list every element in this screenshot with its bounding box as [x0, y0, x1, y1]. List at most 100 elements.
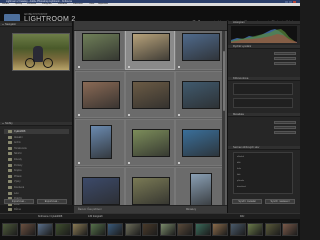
- keyword-item[interactable]: děti: [237, 161, 241, 165]
- white-balance-field[interactable]: [274, 57, 296, 60]
- thumbnail-cell[interactable]: [75, 119, 125, 166]
- keyword-list-header[interactable]: Seznam klíčových slov: [228, 146, 300, 150]
- thumbnail-cell[interactable]: [75, 71, 125, 118]
- flag-icon[interactable]: [178, 162, 180, 164]
- filmstrip-thumbnail[interactable]: [37, 223, 53, 236]
- folder-item[interactable]: Silniční: [4, 151, 69, 156]
- folder-label: Závody: [14, 158, 22, 161]
- sync-metadata-button[interactable]: Synchr. metadat: [232, 199, 262, 204]
- photo-thumbnail: [132, 129, 170, 157]
- filmstrip-thumbnail[interactable]: [142, 223, 158, 236]
- metadata-field[interactable]: [274, 121, 296, 124]
- thumbnail-cell[interactable]: [175, 119, 225, 166]
- folder-item[interactable]: Cyklo2008: [4, 129, 69, 134]
- keywording-header[interactable]: Klíčová slova: [228, 77, 300, 81]
- metadata-header[interactable]: Metadata: [228, 113, 300, 117]
- keyword-item[interactable]: alkohol: [237, 155, 244, 159]
- keyword-item[interactable]: dovolená: [237, 185, 246, 189]
- folder-item[interactable]: Různé: [4, 207, 69, 212]
- quick-develop-header[interactable]: Rychlé vyvolání: [228, 45, 300, 49]
- preview-wheel: [25, 58, 35, 68]
- metadata-field[interactable]: [274, 126, 296, 129]
- folder-item[interactable]: Krajina: [4, 168, 69, 173]
- filmstrip-thumbnail[interactable]: [212, 223, 228, 236]
- histogram-header[interactable]: Histogram: [228, 21, 300, 25]
- folder-item[interactable]: Aktuální: [4, 135, 69, 140]
- filmstrip-thumbnail[interactable]: [107, 223, 123, 236]
- folder-icon: [8, 191, 12, 195]
- folder-label: Různé: [14, 208, 21, 212]
- folder-item[interactable]: Archiv: [4, 140, 69, 145]
- scrollbar-thumb[interactable]: [222, 51, 225, 111]
- flag-icon[interactable]: [78, 162, 80, 164]
- folders-header[interactable]: Složky: [0, 122, 72, 126]
- filmstrip-thumbnail[interactable]: [159, 223, 176, 236]
- thumbnail-cell[interactable]: [125, 119, 175, 166]
- folder-item[interactable]: Výlety: [4, 179, 69, 184]
- disclosure-triangle-icon[interactable]: [1, 24, 4, 26]
- folder-item[interactable]: Závody: [4, 157, 69, 162]
- photo-thumbnail: [132, 33, 170, 61]
- thumbnail-cell[interactable]: [175, 167, 225, 205]
- keyword-item[interactable]: kolo: [237, 167, 241, 171]
- folder-label: Archiv: [14, 141, 21, 145]
- thumbnail-cell[interactable]: [75, 167, 125, 205]
- library-toolbar: Řazení: Čas pořízení Miniatury: [74, 205, 227, 213]
- folder-item[interactable]: Přátelé: [4, 174, 69, 179]
- thumbnail-cell[interactable]: [125, 31, 175, 70]
- flag-icon[interactable]: [178, 66, 180, 68]
- filmstrip-thumbnail[interactable]: [124, 223, 141, 236]
- flag-icon[interactable]: [128, 114, 130, 116]
- folder-icon: [8, 152, 12, 156]
- flag-icon[interactable]: [78, 66, 80, 68]
- folder-icon: [8, 174, 12, 178]
- folder-item[interactable]: Portréty: [4, 163, 69, 168]
- filmstrip-thumbnail[interactable]: [264, 223, 281, 236]
- identity-plate: ADOBE PHOTOSHOP LIGHTROOM 2 Knihovna | V…: [0, 6, 300, 25]
- import-button[interactable]: Importovat...: [4, 199, 34, 204]
- filmstrip-thumbnail[interactable]: [194, 223, 211, 236]
- folder-item[interactable]: Dovolená: [4, 185, 69, 190]
- metadata-title: Metadata: [233, 113, 244, 116]
- disclosure-triangle-icon[interactable]: [1, 123, 4, 125]
- metadata-field[interactable]: [274, 131, 296, 134]
- saved-preset-field[interactable]: [274, 52, 296, 55]
- folder-label: Portréty: [14, 163, 23, 167]
- folder-item[interactable]: Horská kola: [4, 146, 69, 151]
- keyword-item[interactable]: příroda: [237, 179, 244, 183]
- filmstrip-thumbnail[interactable]: [72, 223, 88, 236]
- tone-control-field[interactable]: [274, 62, 296, 65]
- filmstrip-thumbnail[interactable]: [229, 223, 246, 236]
- folder-label: Aktuální: [14, 135, 23, 139]
- flag-icon[interactable]: [178, 114, 180, 116]
- filmstrip-thumbnail[interactable]: [19, 223, 36, 236]
- photo-thumbnail: [190, 173, 212, 205]
- flag-icon[interactable]: [78, 114, 80, 116]
- filmstrip-thumbnail[interactable]: [282, 223, 298, 236]
- filmstrip-thumbnail[interactable]: [89, 223, 106, 236]
- filmstrip-thumbnail[interactable]: [177, 223, 193, 236]
- filmstrip-thumbnail[interactable]: [247, 223, 263, 236]
- folder-label: Horská kola: [14, 146, 27, 150]
- photo-thumbnail: [182, 129, 220, 157]
- thumbnail-cell[interactable]: [125, 71, 175, 118]
- sync-settings-button[interactable]: Synchr. nastavení: [265, 199, 295, 204]
- photo-thumbnail: [82, 81, 120, 109]
- filmstrip-thumbnail[interactable]: [54, 223, 71, 236]
- keyword-item[interactable]: lidé: [237, 173, 240, 177]
- thumbnail-cell[interactable]: [175, 31, 225, 70]
- navigator-preview[interactable]: [12, 33, 70, 71]
- filmstrip-thumbnail[interactable]: [2, 223, 18, 236]
- thumbnail-cell[interactable]: [175, 71, 225, 118]
- flag-icon[interactable]: [128, 162, 130, 164]
- folder-item[interactable]: Léto: [4, 191, 69, 196]
- export-button[interactable]: Exportovat...: [37, 199, 67, 204]
- navigator-header[interactable]: Navigátor: [0, 23, 72, 27]
- grid-scrollbar[interactable]: [222, 31, 225, 205]
- thumbnail-cell[interactable]: [125, 167, 175, 205]
- thumbnail-cell[interactable]: [75, 31, 125, 70]
- flag-icon[interactable]: [128, 66, 130, 68]
- thumbnail-grid: [74, 31, 227, 205]
- keyword-suggestions-box[interactable]: [233, 98, 293, 108]
- keyword-tags-box[interactable]: [233, 83, 293, 95]
